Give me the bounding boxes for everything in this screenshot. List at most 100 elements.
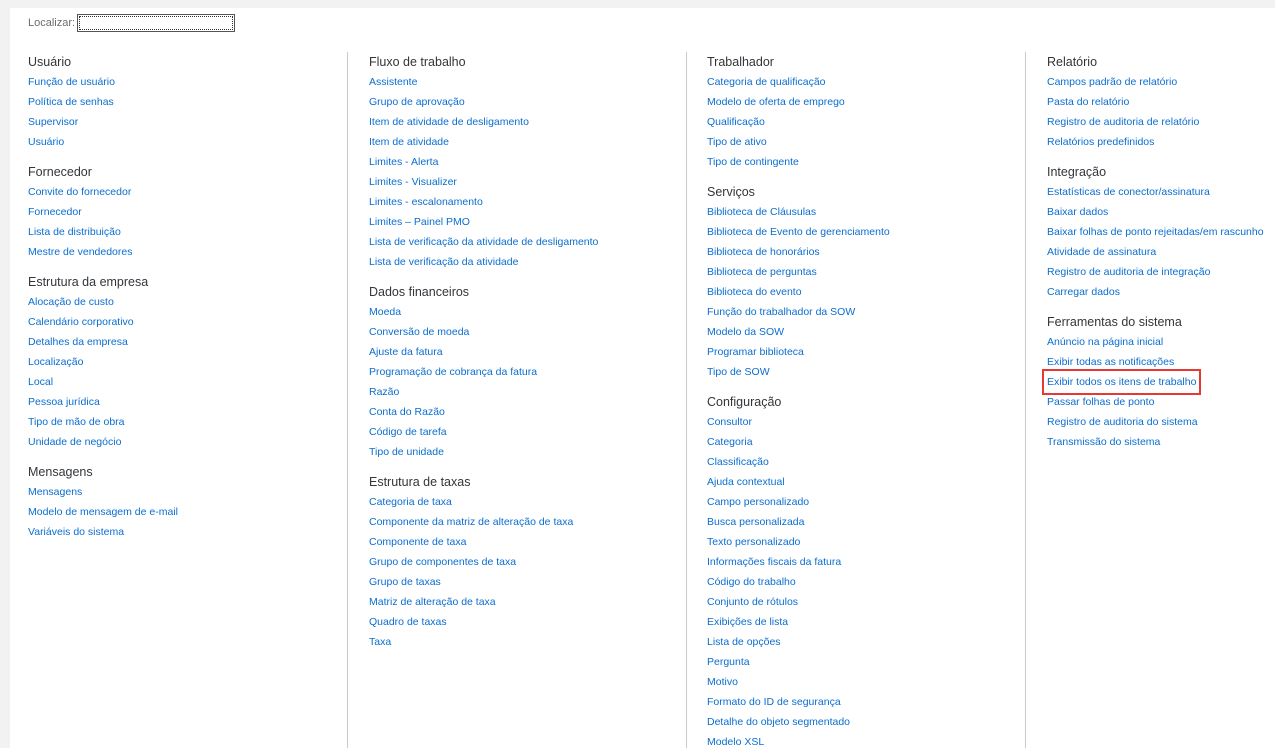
menu-link-calendario-corporativo[interactable]: Calendário corporativo <box>28 312 348 332</box>
menu-link-pergunta[interactable]: Pergunta <box>707 652 1027 672</box>
menu-link-registro-de-auditoria-de-integracao[interactable]: Registro de auditoria de integração <box>1047 262 1275 282</box>
menu-link-mensagens[interactable]: Mensagens <box>28 482 348 502</box>
menu-link-matriz-de-alteracao-de-taxa[interactable]: Matriz de alteração de taxa <box>369 592 689 612</box>
menu-link-estatisticas-de-conector-assinatura[interactable]: Estatísticas de conector/assinatura <box>1047 182 1275 202</box>
menu-group-estrutura-de-taxas: Estrutura de taxas Categoria de taxa Compo… <box>369 472 689 652</box>
menu-link-conta-do-razao[interactable]: Conta do Razão <box>369 402 689 422</box>
menu-link-relatorios-predefinidos[interactable]: Relatórios predefinidos <box>1047 132 1275 152</box>
menu-link-item-de-atividade-de-desligamento[interactable]: Item de atividade de desligamento <box>369 112 689 132</box>
menu-link-limites-painel-pmo[interactable]: Limites – Painel PMO <box>369 212 689 232</box>
menu-link-programacao-de-cobranca-da-fatura[interactable]: Programação de cobrança da fatura <box>369 362 689 382</box>
menu-link-limites-alerta[interactable]: Limites - Alerta <box>369 152 689 172</box>
menu-link-componente-de-taxa[interactable]: Componente de taxa <box>369 532 689 552</box>
menu-link-codigo-do-trabalho[interactable]: Código do trabalho <box>707 572 1027 592</box>
group-title: Configuração <box>707 395 782 409</box>
menu-link-lista-de-distribuicao[interactable]: Lista de distribuição <box>28 222 348 242</box>
menu-link-componente-da-matriz-de-alteracao-de-taxa[interactable]: Componente da matriz de alteração de tax… <box>369 512 689 532</box>
menu-link-tipo-de-contingente[interactable]: Tipo de contingente <box>707 152 1027 172</box>
menu-link-campo-personalizado[interactable]: Campo personalizado <box>707 492 1027 512</box>
menu-link-baixar-dados[interactable]: Baixar dados <box>1047 202 1275 222</box>
menu-link-passar-folhas-de-ponto[interactable]: Passar folhas de ponto <box>1047 392 1275 412</box>
menu-link-pessoa-juridica[interactable]: Pessoa jurídica <box>28 392 348 412</box>
menu-link-categoria[interactable]: Categoria <box>707 432 1027 452</box>
menu-link-carregar-dados[interactable]: Carregar dados <box>1047 282 1275 302</box>
menu-link-fornecedor[interactable]: Fornecedor <box>28 202 348 222</box>
menu-link-modelo-xsl[interactable]: Modelo XSL <box>707 732 1027 748</box>
menu-link-lista-de-verificacao-da-atividade[interactable]: Lista de verificação da atividade <box>369 252 689 272</box>
menu-link-motivo[interactable]: Motivo <box>707 672 1027 692</box>
menu-link-busca-personalizada[interactable]: Busca personalizada <box>707 512 1027 532</box>
menu-link-detalhe-do-objeto-segmentado[interactable]: Detalhe do objeto segmentado <box>707 712 1027 732</box>
menu-link-politica-de-senhas[interactable]: Política de senhas <box>28 92 348 112</box>
menu-link-detalhes-da-empresa[interactable]: Detalhes da empresa <box>28 332 348 352</box>
menu-link-moeda[interactable]: Moeda <box>369 302 689 322</box>
menu-link-grupo-de-componentes-de-taxa[interactable]: Grupo de componentes de taxa <box>369 552 689 572</box>
menu-link-mestre-de-vendedores[interactable]: Mestre de vendedores <box>28 242 348 262</box>
menu-link-conversao-de-moeda[interactable]: Conversão de moeda <box>369 322 689 342</box>
menu-link-grupo-de-taxas[interactable]: Grupo de taxas <box>369 572 689 592</box>
menu-link-registro-de-auditoria-de-relatorio[interactable]: Registro de auditoria de relatório <box>1047 112 1275 132</box>
menu-link-biblioteca-de-clausulas[interactable]: Biblioteca de Cláusulas <box>707 202 1027 222</box>
menu-link-biblioteca-de-evento-de-gerenciamento[interactable]: Biblioteca de Evento de gerenciamento <box>707 222 1027 242</box>
menu-link-usuario[interactable]: Usuário <box>28 132 348 152</box>
menu-link-qualificacao[interactable]: Qualificação <box>707 112 1027 132</box>
menu-link-tipo-de-unidade[interactable]: Tipo de unidade <box>369 442 689 462</box>
menu-group-estrutura-da-empresa: Estrutura da empresa Alocação de custo Cal… <box>28 272 348 452</box>
menu-link-exibir-todos-os-itens-de-trabalho[interactable]: Exibir todos os itens de trabalho <box>1041 369 1202 395</box>
menu-group-fluxo-de-trabalho: Fluxo de trabalho Assistente Grupo de apro… <box>369 52 689 272</box>
menu-link-tipo-de-ativo[interactable]: Tipo de ativo <box>707 132 1027 152</box>
menu-link-lista-de-opcoes[interactable]: Lista de opções <box>707 632 1027 652</box>
menu-link-ajuste-da-fatura[interactable]: Ajuste da fatura <box>369 342 689 362</box>
menu-link-funcao-de-usuario[interactable]: Função de usuário <box>28 72 348 92</box>
menu-link-modelo-de-mensagem-de-e-mail[interactable]: Modelo de mensagem de e-mail <box>28 502 348 522</box>
menu-link-local[interactable]: Local <box>28 372 348 392</box>
menu-link-quadro-de-taxas[interactable]: Quadro de taxas <box>369 612 689 632</box>
menu-link-lista-de-verificacao-da-atividade-de-desligamento[interactable]: Lista de verificação da atividade de des… <box>369 232 689 252</box>
group-title: Fornecedor <box>28 165 92 179</box>
menu-link-categoria-de-qualificacao[interactable]: Categoria de qualificação <box>707 72 1027 92</box>
menu-link-convite-do-fornecedor[interactable]: Convite do fornecedor <box>28 182 348 202</box>
menu-link-exibicoes-de-lista[interactable]: Exibições de lista <box>707 612 1027 632</box>
menu-link-unidade-de-negocio[interactable]: Unidade de negócio <box>28 432 348 452</box>
menu-link-exibir-todas-as-notificacoes[interactable]: Exibir todas as notificações <box>1047 352 1275 372</box>
menu-link-classificacao[interactable]: Classificação <box>707 452 1027 472</box>
group-title: Fluxo de trabalho <box>369 55 466 69</box>
menu-link-limites-escalonamento[interactable]: Limites - escalonamento <box>369 192 689 212</box>
menu-link-assistente[interactable]: Assistente <box>369 72 689 92</box>
menu-link-funcao-do-trabalhador-da-sow[interactable]: Função do trabalhador da SOW <box>707 302 1027 322</box>
menu-link-biblioteca-de-honorarios[interactable]: Biblioteca de honorários <box>707 242 1027 262</box>
menu-link-consultor[interactable]: Consultor <box>707 412 1027 432</box>
menu-link-grupo-de-aprovacao[interactable]: Grupo de aprovação <box>369 92 689 112</box>
menu-link-variaveis-do-sistema[interactable]: Variáveis do sistema <box>28 522 348 542</box>
menu-link-tipo-de-mao-de-obra[interactable]: Tipo de mão de obra <box>28 412 348 432</box>
search-input[interactable] <box>77 14 236 32</box>
menu-link-biblioteca-de-perguntas[interactable]: Biblioteca de perguntas <box>707 262 1027 282</box>
menu-link-localizacao[interactable]: Localização <box>28 352 348 372</box>
menu-link-limites-visualizer[interactable]: Limites - Visualizer <box>369 172 689 192</box>
menu-link-informacoes-fiscais-da-fatura[interactable]: Informações fiscais da fatura <box>707 552 1027 572</box>
menu-link-atividade-de-assinatura[interactable]: Atividade de assinatura <box>1047 242 1275 262</box>
menu-link-transmissao-do-sistema[interactable]: Transmissão do sistema <box>1047 432 1275 452</box>
menu-link-biblioteca-do-evento[interactable]: Biblioteca do evento <box>707 282 1027 302</box>
menu-link-baixar-folhas-de-ponto-rejeitadas-em-rascunho[interactable]: Baixar folhas de ponto rejeitadas/em ras… <box>1047 222 1275 242</box>
group-title: Dados financeiros <box>369 285 470 299</box>
menu-link-alocacao-de-custo[interactable]: Alocação de custo <box>28 292 348 312</box>
menu-link-categoria-de-taxa[interactable]: Categoria de taxa <box>369 492 689 512</box>
menu-link-campos-padrao-de-relatorio[interactable]: Campos padrão de relatório <box>1047 72 1275 92</box>
menu-link-codigo-de-tarefa[interactable]: Código de tarefa <box>369 422 689 442</box>
menu-link-modelo-da-sow[interactable]: Modelo da SOW <box>707 322 1027 342</box>
menu-link-supervisor[interactable]: Supervisor <box>28 112 348 132</box>
menu-link-anuncio-na-pagina-inicial[interactable]: Anúncio na página inicial <box>1047 332 1275 352</box>
menu-link-taxa[interactable]: Taxa <box>369 632 689 652</box>
menu-link-tipo-de-sow[interactable]: Tipo de SOW <box>707 362 1027 382</box>
menu-link-item-de-atividade[interactable]: Item de atividade <box>369 132 689 152</box>
menu-link-programar-biblioteca[interactable]: Programar biblioteca <box>707 342 1027 362</box>
menu-link-modelo-de-oferta-de-emprego[interactable]: Modelo de oferta de emprego <box>707 92 1027 112</box>
menu-link-pasta-do-relatorio[interactable]: Pasta do relatório <box>1047 92 1275 112</box>
menu-link-registro-de-auditoria-do-sistema[interactable]: Registro de auditoria do sistema <box>1047 412 1275 432</box>
menu-link-conjunto-de-rotulos[interactable]: Conjunto de rótulos <box>707 592 1027 612</box>
menu-link-ajuda-contextual[interactable]: Ajuda contextual <box>707 472 1027 492</box>
menu-link-razao[interactable]: Razão <box>369 382 689 402</box>
menu-link-formato-do-id-de-seguranca[interactable]: Formato do ID de segurança <box>707 692 1027 712</box>
menu-link-texto-personalizado[interactable]: Texto personalizado <box>707 532 1027 552</box>
